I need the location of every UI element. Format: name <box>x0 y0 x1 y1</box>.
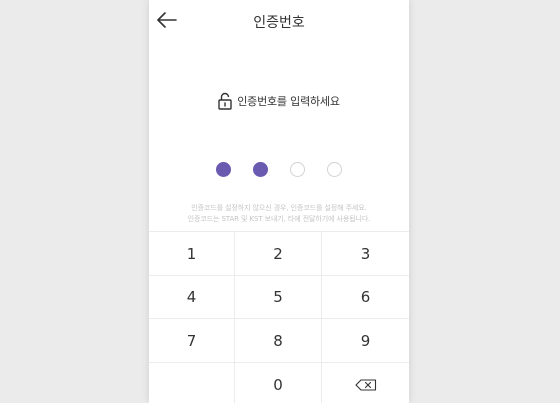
unlock-icon <box>218 92 232 110</box>
numeric-keypad: 1 2 3 4 5 6 7 8 9 0 <box>149 231 409 403</box>
pin-notice: 인증코드를 설정하지 않으신 경우, 인증코드를 설정해 주세요. 인증코드는 … <box>149 203 409 225</box>
backspace-icon <box>354 378 376 391</box>
key-5[interactable]: 5 <box>235 276 322 319</box>
key-0[interactable]: 0 <box>235 363 322 403</box>
page-title: 인증번호 <box>253 15 305 31</box>
pin-prompt: 인증번호를 입력하세요 <box>149 92 409 110</box>
backspace-button[interactable] <box>322 363 409 403</box>
key-3[interactable]: 3 <box>322 232 409 276</box>
pin-dot-1 <box>216 162 231 177</box>
pin-dot-4 <box>327 162 342 177</box>
pin-dot-2 <box>253 162 268 177</box>
key-8[interactable]: 8 <box>235 319 322 363</box>
key-6[interactable]: 6 <box>322 276 409 319</box>
notice-line-2: 인증코드는 STAR 및 KST 보내기, 타에 전달하기에 사용됩니다. <box>187 215 371 223</box>
key-7[interactable]: 7 <box>149 319 235 363</box>
header: 인증번호 <box>149 0 409 46</box>
key-9[interactable]: 9 <box>322 319 409 363</box>
notice-line-1: 인증코드를 설정하지 않으신 경우, 인증코드를 설정해 주세요. <box>191 204 367 212</box>
key-4[interactable]: 4 <box>149 276 235 319</box>
key-empty <box>149 363 235 403</box>
key-1[interactable]: 1 <box>149 232 235 276</box>
phone-screen: 인증번호 인증번호를 입력하세요 인증코드를 설정하지 않으신 경우, 인증코드… <box>149 0 409 403</box>
pin-indicator <box>149 162 409 177</box>
key-2[interactable]: 2 <box>235 232 322 276</box>
pin-dot-3 <box>290 162 305 177</box>
prompt-text: 인증번호를 입력하세요 <box>237 95 340 108</box>
